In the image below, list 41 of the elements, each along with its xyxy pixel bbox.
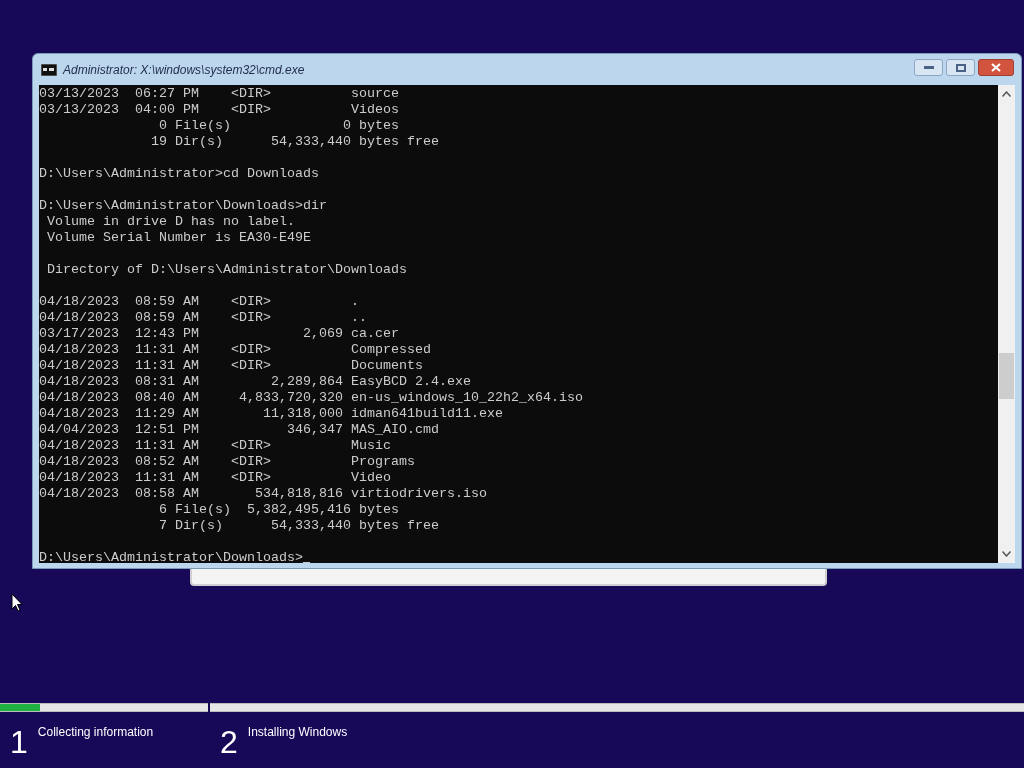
console-line: Volume in drive D has no label.: [46, 214, 295, 230]
step-number: 2: [220, 724, 238, 760]
console-line: 03/13/2023 04:00 PM <DIR> Videos: [39, 102, 399, 118]
close-icon: [991, 63, 1001, 72]
console-line: 04/18/2023 08:59 AM <DIR> ..: [39, 310, 367, 326]
minimize-icon: [923, 66, 934, 69]
console-line: 7 Dir(s) 54,333,440 bytes free: [157, 518, 439, 534]
console-line: D:\Users\Administrator\Downloads>dir: [39, 198, 327, 214]
step-label: Collecting information: [37, 724, 154, 740]
console-line: 04/18/2023 11:29 AM 11,318,000 idman641build11.exe: [39, 406, 503, 422]
command-prompt: D:\Users\Administrator\Downloads>: [39, 550, 303, 563]
scrollbar-thumb[interactable]: [999, 353, 1014, 399]
console-line: Directory of D:\Users\Administrator\Downloads: [46, 262, 407, 278]
console-line: 04/18/2023 11:31 AM <DIR> Documents: [39, 358, 423, 374]
console-line: 6 File(s) 5,382,495,416 bytes: [157, 502, 399, 518]
console-line: 0 File(s) 0 bytes: [157, 118, 399, 134]
console-line: 03/17/2023 12:43 PM 2,069 ca.cer: [39, 326, 399, 342]
console-line: 04/18/2023 11:31 AM <DIR> Video: [39, 470, 391, 486]
close-button[interactable]: [978, 59, 1014, 76]
maximize-icon: [955, 63, 966, 72]
console-line: 04/18/2023 11:31 AM <DIR> Compressed: [39, 342, 431, 358]
console-line: 19 Dir(s) 54,333,440 bytes free: [149, 134, 439, 150]
scroll-down-icon[interactable]: [1002, 551, 1011, 557]
console-line: 04/18/2023 08:52 AM <DIR> Programs: [39, 454, 415, 470]
console-icon: [41, 63, 57, 76]
console-line: D:\Users\Administrator>cd Downloads: [39, 166, 319, 182]
step-number: 1: [10, 724, 28, 760]
console-line: 04/18/2023 08:59 AM <DIR> .: [39, 294, 359, 310]
maximize-button[interactable]: [946, 59, 975, 76]
console-line: 03/13/2023 06:27 PM <DIR> source: [39, 86, 399, 102]
minimize-button[interactable]: [914, 59, 943, 76]
console-line: Volume Serial Number is EA30-E49E: [46, 230, 311, 246]
console-line: 04/18/2023 11:31 AM <DIR> Music: [39, 438, 391, 454]
scroll-up-icon[interactable]: [1002, 91, 1011, 97]
console-line: 04/18/2023 08:31 AM 2,289,864 EasyBCD 2.4.exe: [39, 374, 471, 390]
console-line: 04/04/2023 12:51 PM 346,347 MAS_AIO.cmd: [39, 422, 439, 438]
console-line: 04/18/2023 08:58 AM 534,818,816 virtiodrivers.iso: [39, 486, 487, 502]
console-line: 04/18/2023 08:40 AM 4,833,720,320 en-us_windows_10_22h2_x64.iso: [39, 390, 583, 406]
window-title: Administrator: X:\windows\system32\cmd.exe: [63, 61, 305, 79]
step-label: Installing Windows: [247, 724, 348, 740]
mouse-pointer-icon: [11, 593, 23, 612]
